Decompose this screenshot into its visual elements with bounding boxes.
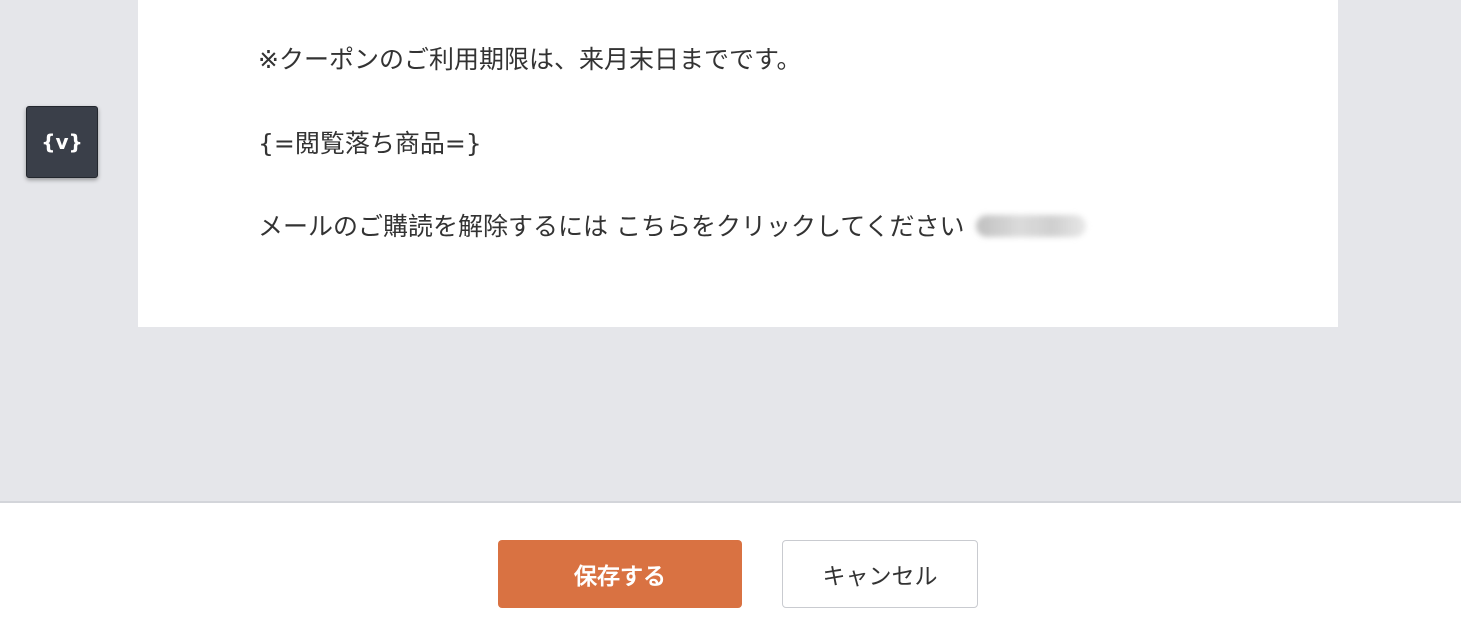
variable-icon: {v} <box>41 130 83 154</box>
email-editor-area: {v} ※クーポンのご利用期限は、来月末日までです。 {=閲覧落ち商品=} メー… <box>0 0 1461 503</box>
coupon-expiry-note: ※クーポンのご利用期限は、来月末日までです。 <box>258 45 802 74</box>
unsubscribe-link[interactable]: メールのご購読を解除するには こちらをクリックしてください <box>258 212 964 241</box>
action-footer: 保存する キャンセル <box>0 503 1461 639</box>
insert-variable-button[interactable]: {v} <box>26 106 98 178</box>
unsubscribe-line: メールのご購読を解除するには こちらをクリックしてください <box>258 212 1087 241</box>
browsed-products-placeholder: {=閲覧落ち商品=} <box>258 129 482 158</box>
redacted-link <box>976 215 1087 237</box>
save-button[interactable]: 保存する <box>498 540 742 608</box>
cancel-button[interactable]: キャンセル <box>782 540 978 608</box>
email-body-content[interactable]: ※クーポンのご利用期限は、来月末日までです。 {=閲覧落ち商品=} メールのご購… <box>138 0 1338 327</box>
